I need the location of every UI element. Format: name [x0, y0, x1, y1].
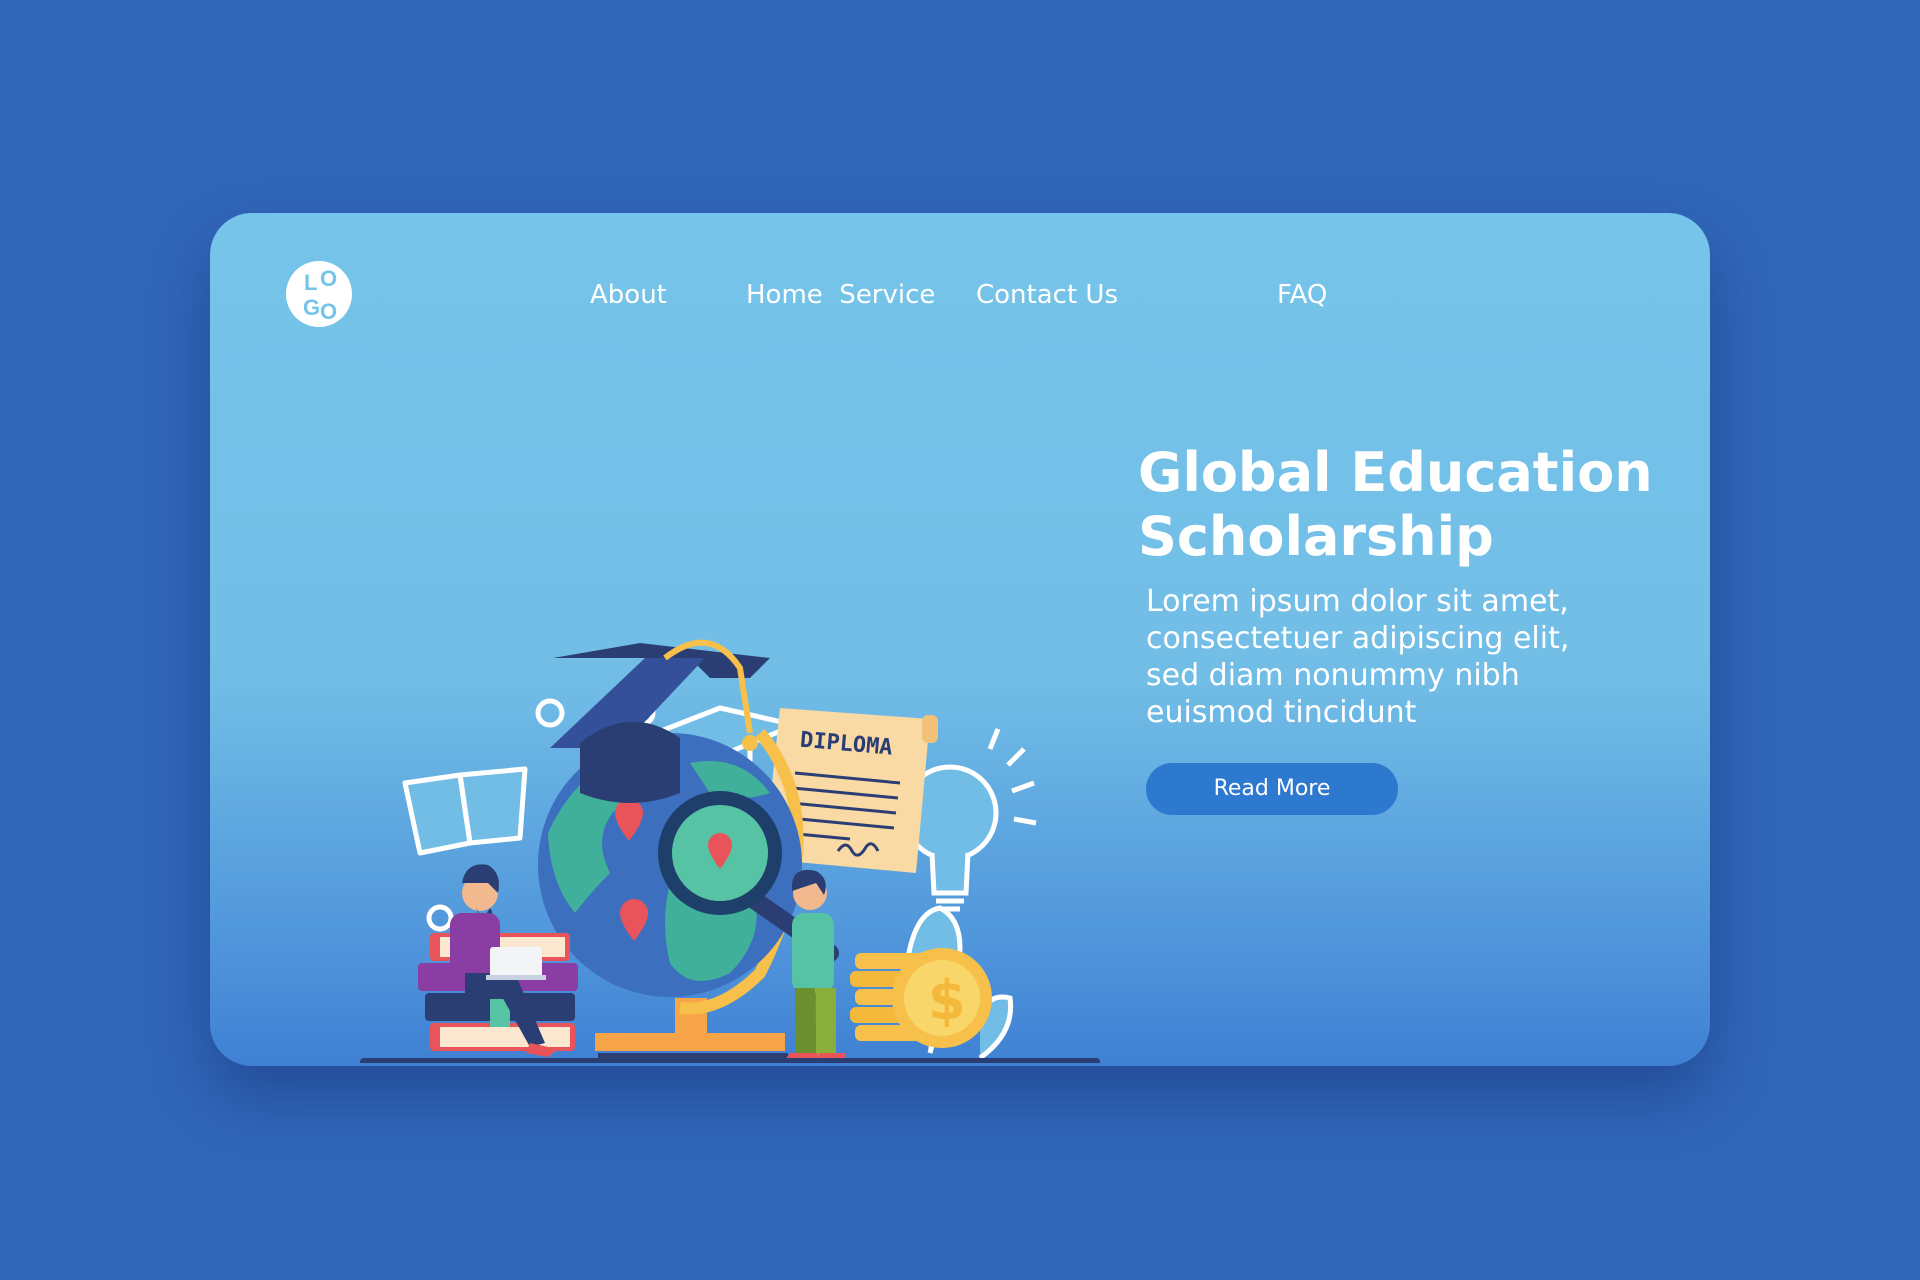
coin-stack-icon: $ [850, 948, 992, 1048]
nav-faq[interactable]: FAQ [1277, 277, 1327, 313]
hero-description: Lorem ipsum dolor sit amet, consectetuer… [1146, 583, 1666, 731]
education-illustration: DIPLOMA $ [360, 639, 1100, 1063]
nav-contact-us[interactable]: Contact Us [976, 277, 1118, 313]
description-line: Lorem ipsum dolor sit amet, [1146, 584, 1569, 619]
title-line: Scholarship [1138, 505, 1494, 568]
logo-letter: L [304, 270, 317, 295]
read-more-button[interactable]: Read More [1146, 763, 1398, 815]
svg-text:$: $ [928, 969, 966, 1032]
logo-letter: O [320, 266, 337, 291]
floor-line [360, 1058, 1100, 1063]
description-line: sed diam nonummy nibh [1146, 658, 1520, 693]
decor-circle [426, 904, 454, 932]
page-title: Global Education Scholarship [1138, 441, 1678, 569]
description-line: euismod tincidunt [1146, 695, 1417, 730]
description-line: consectetuer adipiscing elit, [1146, 621, 1570, 656]
nav-about[interactable]: About [590, 277, 667, 313]
open-book-outline [402, 766, 528, 856]
nav-home-service[interactable]: Home Service [746, 277, 935, 313]
landing-card: L O G O About Home Service Contact Us FA… [210, 213, 1710, 1066]
logo-letter: O [320, 299, 337, 324]
logo-letter: G [303, 295, 320, 320]
title-line: Global Education [1138, 441, 1653, 504]
logo-icon[interactable]: L O G O [284, 259, 354, 329]
decor-circle [535, 698, 565, 728]
